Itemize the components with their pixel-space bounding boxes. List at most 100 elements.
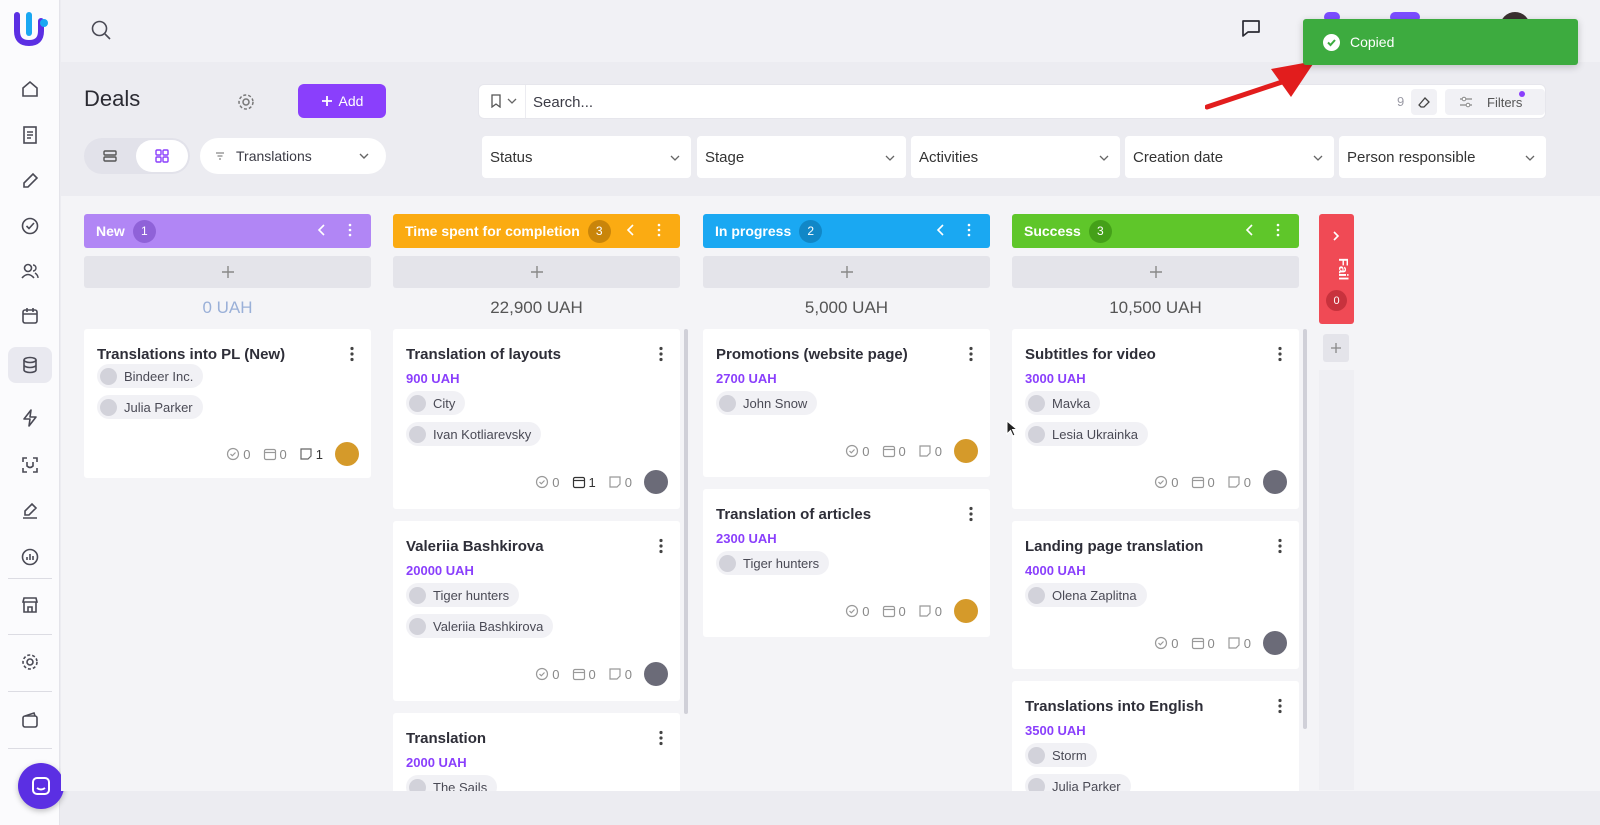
deal-card[interactable]: Landing page translation 4000 UAH Olena … [1012,521,1299,669]
more-vertical-icon[interactable] [347,223,353,237]
add-deal-to-column-button[interactable] [1012,256,1299,288]
deal-card[interactable]: Valeriia Bashkirova 20000 UAH Tiger hunt… [393,521,680,701]
saved-filters-button[interactable] [489,94,517,108]
company-chip[interactable]: Bindeer Inc. [97,364,204,388]
more-vertical-icon[interactable] [658,730,664,746]
company-chip[interactable]: City [406,391,466,415]
app-logo[interactable] [12,11,48,47]
responsible-avatar[interactable] [1263,470,1287,494]
deal-card[interactable]: Subtitles for video 3000 UAH Mavka Lesia… [1012,329,1299,509]
contact-chip[interactable]: Valeriia Bashkirova [406,614,554,638]
clear-search-button[interactable] [1411,89,1437,115]
kanban-view-button[interactable] [136,140,188,172]
document-icon[interactable] [16,121,44,149]
wallet-icon[interactable] [16,706,44,734]
more-vertical-icon[interactable] [1277,698,1283,714]
collapse-chevron-left-icon[interactable] [1243,223,1257,237]
store-icon[interactable] [16,591,44,619]
collapse-chevron-left-icon[interactable] [315,223,329,237]
column-header[interactable]: New 1 [84,214,371,248]
database-icon[interactable] [8,347,52,383]
plus-icon [321,96,332,106]
deal-card[interactable]: Translation of articles 2300 UAH Tiger h… [703,489,990,637]
global-search-icon[interactable] [90,19,112,41]
notes-stat: 0 [918,604,942,619]
filters-button[interactable]: Filters [1445,89,1545,115]
eraser-icon [1418,97,1430,108]
messages-icon[interactable] [1240,17,1262,39]
person-responsible-filter-select[interactable]: Person responsible [1339,136,1546,178]
calendar-icon[interactable] [16,302,44,330]
responsible-avatar[interactable] [954,599,978,623]
deal-card[interactable]: Translations into PL (New) Bindeer Inc. … [84,329,371,478]
calendar-icon [1191,476,1204,489]
status-filter-select[interactable]: Status [482,136,691,178]
deal-card[interactable]: Translations into English 3500 UAH Storm… [1012,681,1299,791]
edit-icon[interactable] [16,167,44,195]
company-chip[interactable]: Storm [1025,743,1097,767]
add-deal-to-column-button[interactable] [703,256,990,288]
home-icon[interactable] [16,75,44,103]
pipeline-settings-gear-icon[interactable] [236,92,256,112]
column-header[interactable]: Success 3 [1012,214,1299,248]
column-header[interactable]: In progress 2 [703,214,990,248]
activities-filter-select[interactable]: Activities [911,136,1120,178]
contact-chip[interactable]: Lesia Ukrainka [1025,422,1148,446]
chart-icon[interactable] [16,543,44,571]
company-chip[interactable]: Tiger hunters [716,551,830,575]
more-vertical-icon[interactable] [968,346,974,362]
contact-chip[interactable]: Olena Zaplitna [1025,583,1147,607]
column-scrollbar[interactable] [684,329,688,714]
lightning-icon[interactable] [16,404,44,432]
contact-chip[interactable]: John Snow [716,391,818,415]
more-vertical-icon[interactable] [656,223,662,237]
support-chat-button[interactable] [18,763,64,809]
expand-chevron-right-icon[interactable] [1331,230,1341,242]
pen-icon[interactable] [16,497,44,525]
add-deal-to-fail-button[interactable] [1323,334,1349,362]
check-circle-icon[interactable] [16,212,44,240]
add-deal-to-column-button[interactable] [84,256,371,288]
responsible-avatar[interactable] [644,662,668,686]
more-vertical-icon[interactable] [1277,346,1283,362]
responsible-avatar[interactable] [644,470,668,494]
deal-card[interactable]: Promotions (website page) 2700 UAH John … [703,329,990,477]
more-vertical-icon[interactable] [1275,223,1281,237]
column-total: 22,900 UAH [490,298,583,317]
chevron-down-icon [1313,155,1323,161]
pipeline-select[interactable]: Translations [200,138,386,174]
list-view-button[interactable] [86,140,134,172]
settings-icon[interactable] [16,648,44,676]
stage-filter-select[interactable]: Stage [697,136,906,178]
deal-card[interactable]: Translation 2000 UAH The Sails [393,713,680,791]
collapse-chevron-left-icon[interactable] [624,223,638,237]
column-header[interactable]: Time spent for completion 3 [393,214,680,248]
contact-chip[interactable]: Julia Parker [97,395,203,419]
users-icon[interactable] [16,257,44,285]
column-fail-collapsed[interactable]: Fail 0 [1319,214,1354,324]
contact-chip[interactable]: Ivan Kotliarevsky [406,422,542,446]
scan-icon[interactable] [16,451,44,479]
creation-date-filter-select[interactable]: Creation date [1125,136,1334,178]
collapse-chevron-left-icon[interactable] [934,223,948,237]
more-vertical-icon[interactable] [968,506,974,522]
company-name: Storm [1052,747,1087,763]
search-input[interactable] [533,91,1293,113]
company-chip[interactable]: The Sails [406,775,498,791]
add-deal-to-column-button[interactable] [393,256,680,288]
more-vertical-icon[interactable] [966,223,972,237]
more-vertical-icon[interactable] [349,346,355,362]
more-vertical-icon[interactable] [1277,538,1283,554]
contact-chip[interactable]: Julia Parker [1025,774,1131,791]
add-deal-button[interactable]: Add [298,84,386,118]
more-vertical-icon[interactable] [658,346,664,362]
company-chip[interactable]: Mavka [1025,391,1101,415]
company-chip[interactable]: Tiger hunters [406,583,520,607]
deal-title: Translation of layouts [406,346,562,363]
column-scrollbar[interactable] [1303,329,1307,729]
responsible-avatar[interactable] [335,442,359,466]
responsible-avatar[interactable] [954,439,978,463]
responsible-avatar[interactable] [1263,631,1287,655]
deal-card[interactable]: Translation of layouts 900 UAH City Ivan… [393,329,680,509]
more-vertical-icon[interactable] [658,538,664,554]
